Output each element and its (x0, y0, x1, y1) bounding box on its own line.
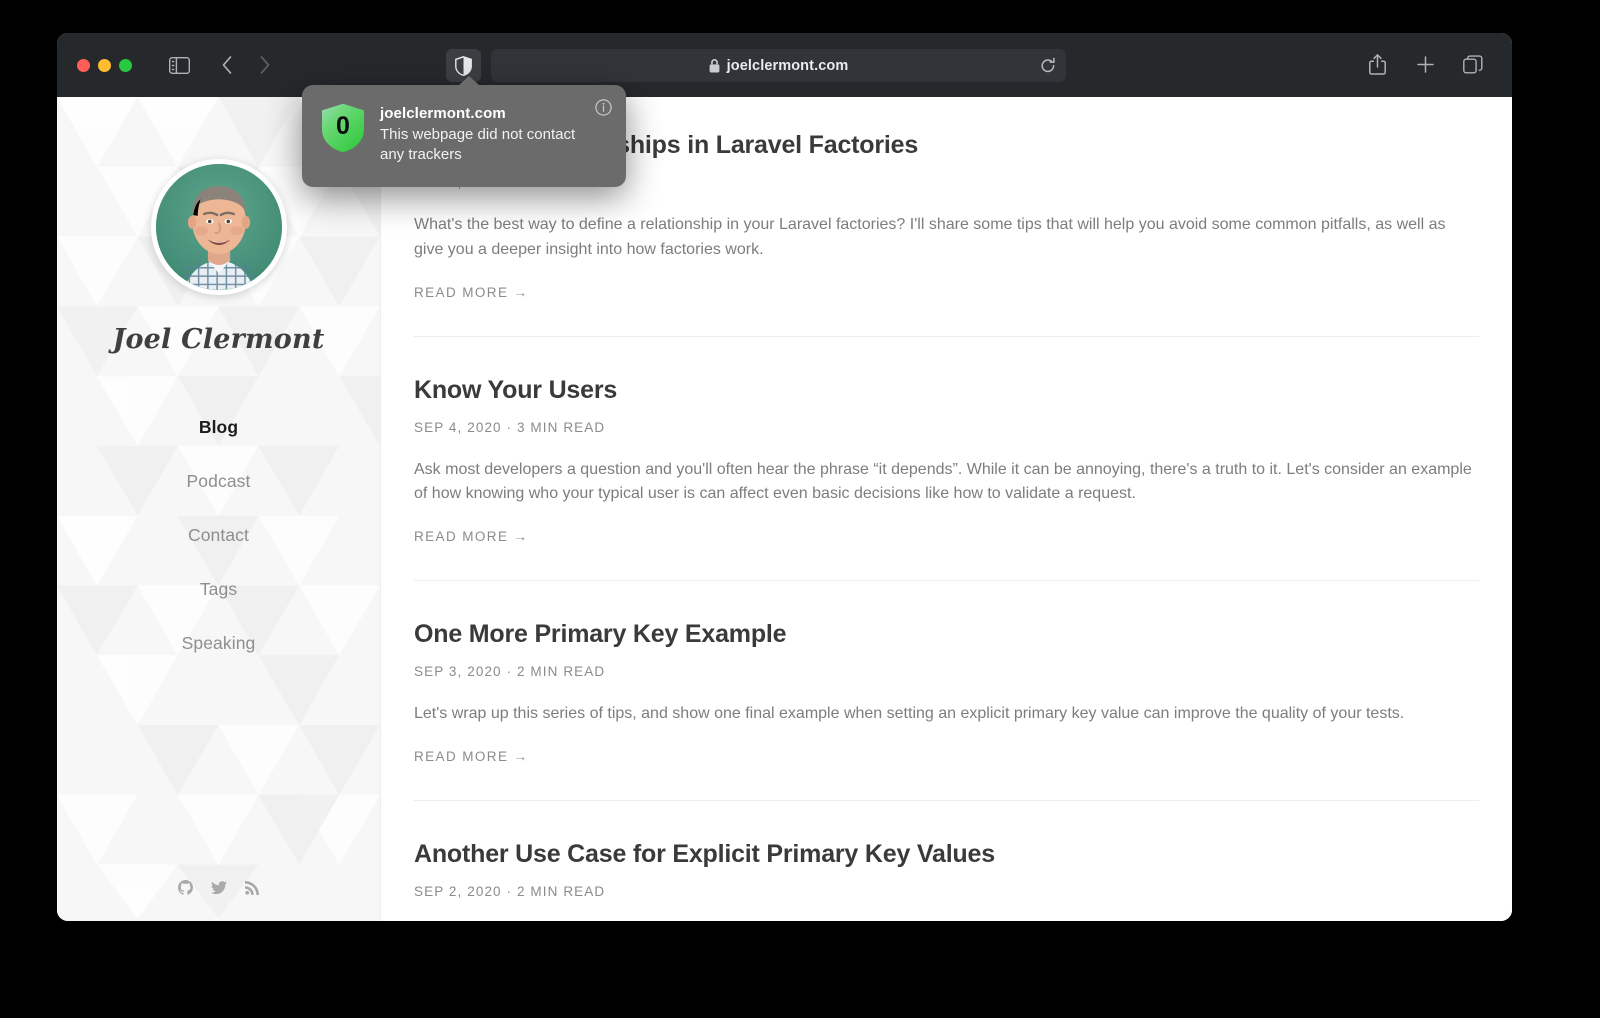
sidebar-item-tags[interactable]: Tags (200, 579, 237, 600)
avatar-photo (155, 164, 282, 290)
sidebar-item-podcast[interactable]: Podcast (187, 471, 251, 492)
post-excerpt: What's the best way to define a relation… (414, 216, 1446, 258)
url-text: joelclermont.com (726, 57, 849, 74)
post-item: Another Use Case for Explicit Primary Ke… (414, 801, 1479, 921)
twitter-icon[interactable] (211, 880, 227, 895)
close-window-button[interactable] (77, 58, 90, 72)
tracker-message: This webpage did not contact any tracker… (380, 126, 576, 163)
post-item: Know Your Users SEP 4, 2020 · 3 MIN READ… (414, 337, 1479, 582)
lock-icon (709, 58, 720, 73)
reload-icon[interactable] (1040, 57, 1056, 74)
sidebar-item-speaking[interactable]: Speaking (182, 633, 256, 654)
info-icon[interactable] (595, 99, 612, 116)
post-title[interactable]: One More Primary Key Example (414, 619, 1479, 649)
post-item: One More Primary Key Example SEP 3, 2020… (414, 581, 1479, 801)
share-icon[interactable] (1360, 49, 1394, 79)
read-more-link[interactable]: READ MORE → (414, 285, 528, 300)
sidebar-item-contact[interactable]: Contact (188, 525, 249, 546)
read-more-link[interactable]: READ MORE → (414, 749, 528, 764)
tracker-count: 0 (336, 112, 350, 140)
toolbar-right-actions (1360, 49, 1490, 79)
site-sidebar: Joel Clermont Blog Podcast Contact Tags … (57, 97, 381, 921)
read-more-link[interactable]: READ MORE → (414, 529, 528, 544)
tracker-popover: 0 joelclermont.com This webpage did not … (302, 76, 626, 187)
tab-overview-icon[interactable] (1456, 49, 1490, 79)
post-title[interactable]: Another Use Case for Explicit Primary Ke… (414, 839, 1479, 869)
sidebar-toggle-icon[interactable] (162, 50, 196, 80)
new-tab-icon[interactable] (1408, 49, 1442, 79)
tracker-domain: joelclermont.com (380, 105, 506, 122)
sidebar-item-blog[interactable]: Blog (199, 417, 238, 438)
browser-toolbar: joelclermont.com (57, 33, 1512, 97)
site-nav: Blog Podcast Contact Tags Speaking (57, 417, 380, 654)
rss-icon[interactable] (245, 880, 259, 895)
zoom-window-button[interactable] (119, 58, 132, 72)
post-excerpt: Ask most developers a question and you'l… (414, 460, 1472, 503)
post-meta: SEP 2, 2020 · 2 MIN READ (414, 883, 606, 899)
tracker-text: joelclermont.com This webpage did not co… (380, 103, 580, 165)
post-title[interactable]: Know Your Users (414, 375, 1479, 405)
post-excerpt: Let's wrap up this series of tips, and s… (414, 705, 1405, 723)
window-controls (77, 58, 132, 72)
site-name: Joel Clermont (112, 324, 325, 355)
social-links (178, 880, 259, 895)
forward-icon[interactable] (248, 50, 282, 80)
browser-window: joelclermont.com Joel Clermont Blog Podc… (57, 33, 1512, 921)
post-meta: SEP 4, 2020 · 3 MIN READ (414, 419, 606, 435)
post-meta: SEP 3, 2020 · 2 MIN READ (414, 664, 606, 680)
avatar (150, 159, 287, 295)
back-icon[interactable] (210, 50, 244, 80)
post-list: Defining Relationships in Laravel Factor… (381, 97, 1512, 921)
tracker-shield-badge: 0 (321, 103, 365, 153)
minimize-window-button[interactable] (98, 58, 111, 72)
github-icon[interactable] (178, 880, 193, 895)
address-bar[interactable]: joelclermont.com (491, 49, 1066, 82)
page-content: Joel Clermont Blog Podcast Contact Tags … (57, 97, 1512, 921)
